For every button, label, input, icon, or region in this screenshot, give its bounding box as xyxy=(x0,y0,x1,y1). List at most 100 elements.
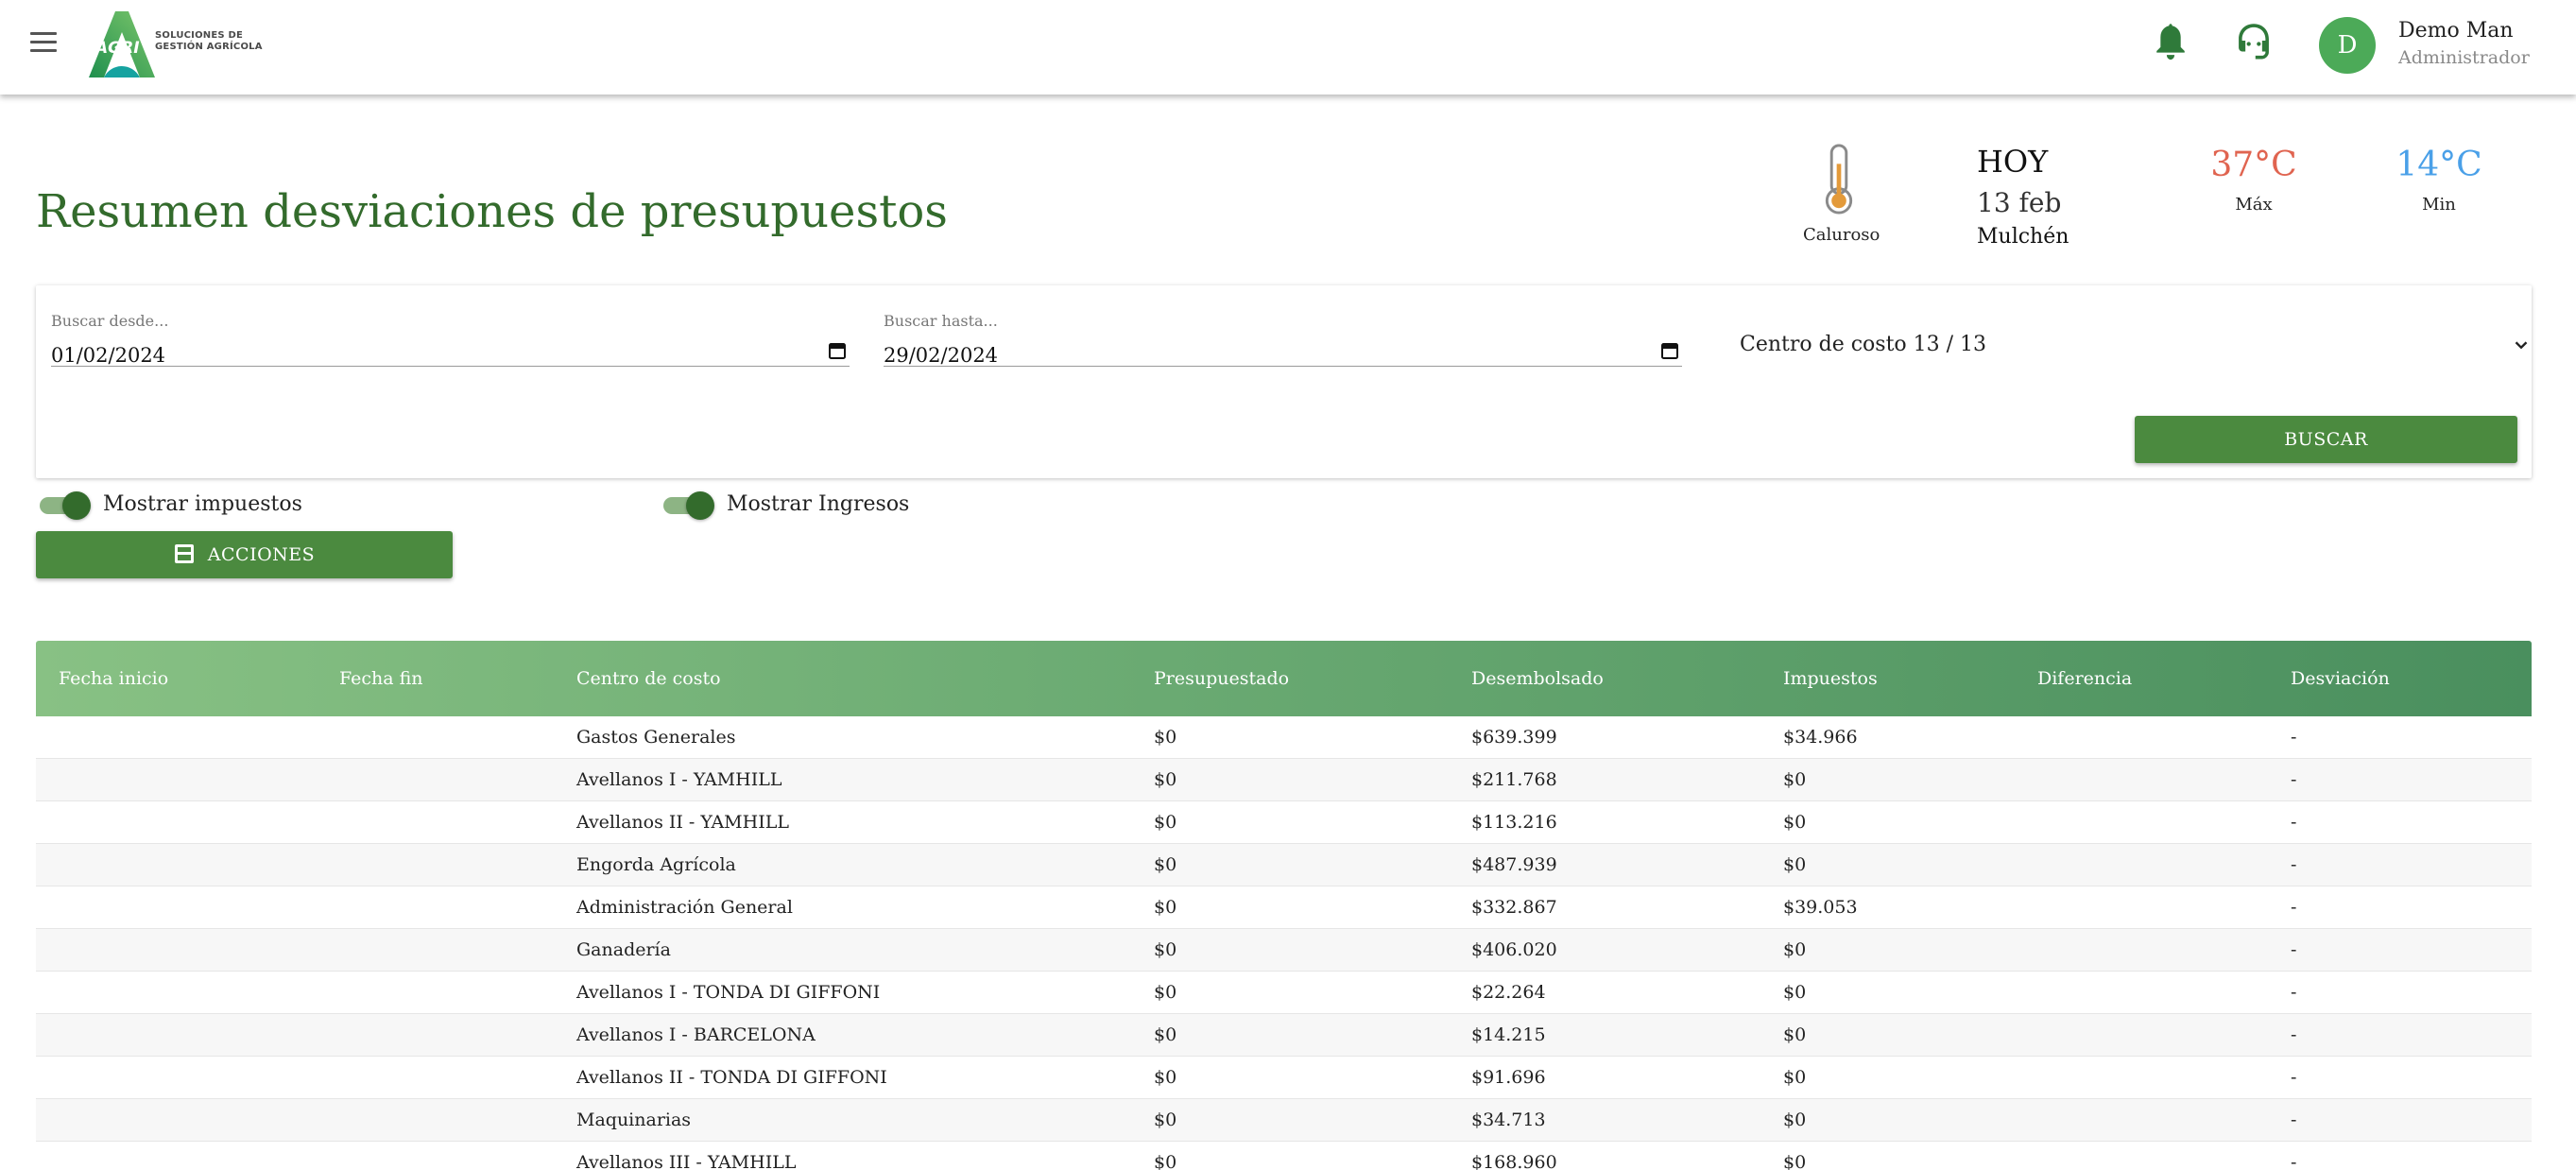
table-cell: - xyxy=(2291,982,2297,1003)
table-cell: - xyxy=(2291,1152,2297,1170)
table-cell: $34.713 xyxy=(1471,1110,1546,1130)
date-from-value: 01/02/2024 xyxy=(51,344,166,367)
weather-condition: Caluroso xyxy=(1803,225,1880,245)
table-cell: Avellanos II - TONDA DI GIFFONI xyxy=(576,1067,887,1088)
inbox-icon xyxy=(174,544,194,563)
top-app-bar: AGRI SOLUCIONES DE GESTIÓN AGRÍCOLA D De… xyxy=(0,0,2576,95)
table-cell: $0 xyxy=(1783,812,1807,833)
page-title: Resumen desviaciones de presupuestos xyxy=(36,185,948,238)
show-income-toggle[interactable] xyxy=(661,491,714,520)
table-cell: $639.399 xyxy=(1471,727,1557,748)
table-header: Fecha inicio Fecha fin Centro de costo Pres… xyxy=(36,641,2532,716)
actions-button[interactable]: ACCIONES xyxy=(36,531,453,578)
table-cell: Maquinarias xyxy=(576,1110,692,1130)
table-cell: $0 xyxy=(1154,769,1177,790)
table-row[interactable]: Engorda Agrícola $0 $487.939 $0 - xyxy=(36,844,2532,886)
budget-deviation-table: Fecha inicio Fecha fin Centro de costo Pres… xyxy=(36,641,2532,1170)
table-cell: $0 xyxy=(1783,982,1807,1003)
table-row[interactable]: Administración General $0 $332.867 $39.053 - xyxy=(36,886,2532,929)
calendar-icon[interactable] xyxy=(829,342,846,359)
table-row[interactable]: Avellanos I - YAMHILL $0 $211.768 $0 - xyxy=(36,759,2532,801)
cost-center-select[interactable]: Centro de costo 13 / 13 xyxy=(1740,323,2552,370)
actions-button-label: ACCIONES xyxy=(207,544,316,565)
table-cell: $0 xyxy=(1154,1110,1177,1130)
table-cell: - xyxy=(2291,769,2297,790)
table-cell: Engorda Agrícola xyxy=(576,854,736,875)
table-cell: - xyxy=(2291,1024,2297,1045)
table-cell: $0 xyxy=(1154,897,1177,918)
table-cell: $14.215 xyxy=(1471,1024,1546,1045)
table-cell: $0 xyxy=(1154,1067,1177,1088)
avatar[interactable]: D xyxy=(2319,17,2376,74)
weather-city: Mulchén xyxy=(1977,225,2069,249)
table-cell: $34.966 xyxy=(1783,727,1858,748)
logo-brand-text: AGRI xyxy=(94,39,140,58)
table-cell: Avellanos I - YAMHILL xyxy=(576,769,782,790)
table-cell: $487.939 xyxy=(1471,854,1557,875)
show-income-label: Mostrar Ingresos xyxy=(727,492,910,516)
table-body: Gastos Generales $0 $639.399 $34.966- Avella… xyxy=(36,716,2532,1170)
table-cell: $168.960 xyxy=(1471,1152,1557,1170)
column-header[interactable]: Presupuestado xyxy=(1154,641,1289,716)
table-row[interactable]: Maquinarias $0 $34.713 $0 - xyxy=(36,1099,2532,1142)
thermometer-icon xyxy=(1825,144,1853,215)
table-row[interactable]: Avellanos II - TONDA DI GIFFONI $0 $91.696… xyxy=(36,1057,2532,1099)
max-temperature-label: Máx xyxy=(2235,195,2273,215)
table-cell: - xyxy=(2291,812,2297,833)
table-row[interactable]: Avellanos II - YAMHILL $0 $113.216 $0 - xyxy=(36,801,2532,844)
column-header[interactable]: Desviación xyxy=(2291,641,2390,716)
table-cell: $0 xyxy=(1783,1024,1807,1045)
table-cell: $113.216 xyxy=(1471,812,1557,833)
menu-icon[interactable] xyxy=(30,32,57,57)
column-header[interactable]: Impuestos xyxy=(1783,641,1878,716)
table-cell: $0 xyxy=(1783,1110,1807,1130)
column-header[interactable]: Fecha inicio xyxy=(59,641,168,716)
table-cell: - xyxy=(2291,1067,2297,1088)
table-cell: - xyxy=(2291,854,2297,875)
chevron-down-icon xyxy=(2515,341,2528,350)
search-button[interactable]: BUSCAR xyxy=(2135,416,2517,463)
table-cell: Avellanos III - YAMHILL xyxy=(576,1152,797,1170)
table-cell: $22.264 xyxy=(1471,982,1546,1003)
table-cell: $0 xyxy=(1783,769,1807,790)
logo-tagline: SOLUCIONES DE GESTIÓN AGRÍCOLA xyxy=(155,30,263,52)
table-cell: $332.867 xyxy=(1471,897,1557,918)
table-row[interactable]: Ganadería $0 $406.020 $0 - xyxy=(36,929,2532,972)
weather-today: HOY xyxy=(1977,144,2049,180)
cost-center-value: Centro de costo 13 / 13 xyxy=(1740,333,1987,356)
table-cell: Administración General xyxy=(576,897,793,918)
weather-date: 13 feb xyxy=(1977,187,2062,218)
table-cell: Avellanos I - TONDA DI GIFFONI xyxy=(576,982,881,1003)
table-cell: - xyxy=(2291,897,2297,918)
table-cell: - xyxy=(2291,727,2297,748)
table-row[interactable]: Avellanos I - TONDA DI GIFFONI $0 $22.264 $… xyxy=(36,972,2532,1014)
bell-icon[interactable] xyxy=(2152,21,2190,64)
min-temperature-label: Min xyxy=(2422,195,2456,215)
table-cell: $0 xyxy=(1783,854,1807,875)
column-header[interactable]: Fecha fin xyxy=(339,641,423,716)
column-header[interactable]: Desembolsado xyxy=(1471,641,1604,716)
table-cell: $0 xyxy=(1154,854,1177,875)
column-header[interactable]: Centro de costo xyxy=(576,641,721,716)
table-cell: Avellanos II - YAMHILL xyxy=(576,812,789,833)
table-row[interactable]: Avellanos III - YAMHILL $0 $168.960 $0 - xyxy=(36,1142,2532,1170)
table-cell: $0 xyxy=(1154,939,1177,960)
show-taxes-label: Mostrar impuestos xyxy=(103,492,302,516)
table-cell: $0 xyxy=(1154,982,1177,1003)
table-row[interactable]: Avellanos I - BARCELONA $0 $14.215 $0 - xyxy=(36,1014,2532,1057)
table-cell: $0 xyxy=(1154,1152,1177,1170)
date-to-field[interactable]: Buscar hasta... 29/02/2024 xyxy=(884,299,1682,367)
table-cell: $0 xyxy=(1783,1067,1807,1088)
table-cell: $0 xyxy=(1783,939,1807,960)
table-row[interactable]: Gastos Generales $0 $639.399 $34.966 - xyxy=(36,716,2532,759)
calendar-icon[interactable] xyxy=(1661,342,1678,359)
headset-icon[interactable] xyxy=(2232,19,2275,62)
table-cell: Gastos Generales xyxy=(576,727,736,748)
table-cell: Avellanos I - BARCELONA xyxy=(576,1024,816,1045)
date-to-value: 29/02/2024 xyxy=(884,344,999,367)
max-temperature: 37°C xyxy=(2210,146,2297,184)
date-from-field[interactable]: Buscar desde... 01/02/2024 xyxy=(51,299,850,367)
show-taxes-toggle[interactable] xyxy=(38,491,91,520)
column-header[interactable]: Diferencia xyxy=(2037,641,2132,716)
table-cell: - xyxy=(2291,1110,2297,1130)
